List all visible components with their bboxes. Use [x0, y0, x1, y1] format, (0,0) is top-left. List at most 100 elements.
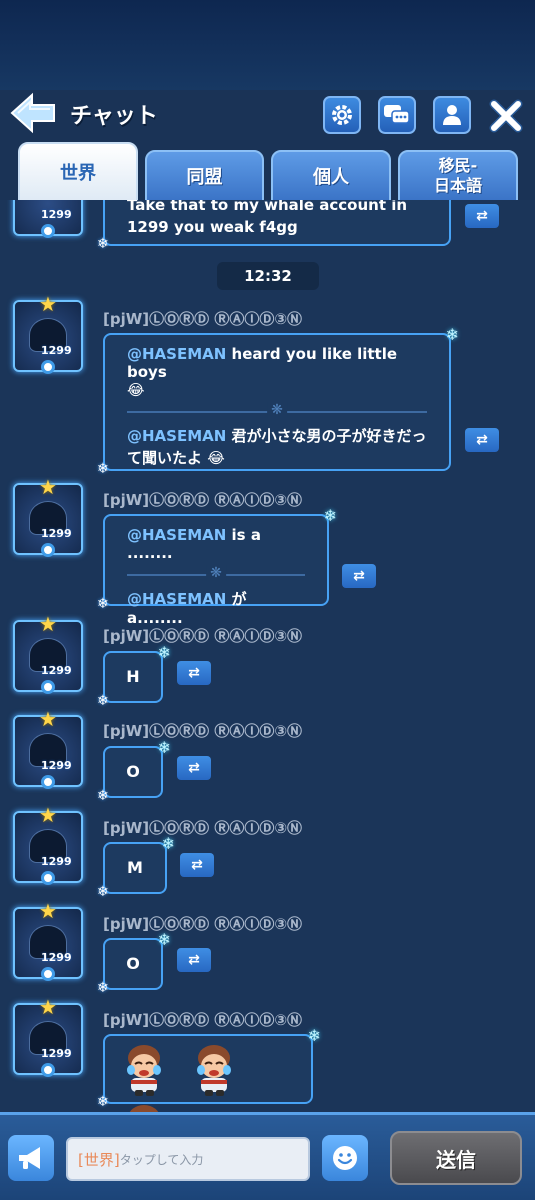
avatar-level: 1299 [41, 759, 72, 772]
chat-rooms-button[interactable] [378, 96, 416, 134]
avatar-gear-icon [41, 775, 55, 789]
swap-arrows-icon: ⇄ [353, 568, 365, 584]
avatar[interactable]: ★ 1299 [13, 475, 83, 557]
tab-migrant-japanese[interactable]: 移民- 日本語 [398, 150, 518, 202]
avatar-level: 1299 [41, 951, 72, 964]
close-icon [489, 99, 523, 133]
settings-button[interactable] [323, 96, 361, 134]
translate-button[interactable]: ⇄ [177, 661, 211, 685]
avatar[interactable]: ★ 1299 [13, 292, 83, 374]
message-bubble[interactable]: Take that to my whale account in 1299 yo… [97, 200, 451, 252]
star-icon: ★ [39, 292, 57, 316]
avatar-gear-icon [41, 543, 55, 557]
username[interactable]: [pjW]ⓁⓄⓇⒹ ⓇⒶⒾⒹ③Ⓝ [103, 817, 302, 838]
snowflake-icon: ❄ [97, 236, 109, 252]
mention[interactable]: @HASEMAN [127, 590, 226, 608]
smiley-icon [333, 1146, 357, 1170]
swap-arrows-icon: ⇄ [188, 760, 200, 776]
avatar[interactable]: ★ 1299 [13, 612, 83, 694]
message-bubble[interactable]: ❄ M ❄ [97, 834, 175, 900]
chat-messages[interactable]: 1299 Take that to my whale account in 12… [0, 200, 535, 1112]
swap-arrows-icon: ⇄ [188, 665, 200, 681]
star-icon: ★ [39, 707, 57, 731]
snowflake-icon: ❄ [157, 930, 171, 949]
translate-button[interactable]: ⇄ [180, 853, 214, 877]
translate-button[interactable]: ⇄ [177, 948, 211, 972]
message-text: M [127, 858, 143, 877]
snowflake-icon: ❄ [307, 1026, 321, 1045]
avatar-level: 1299 [41, 664, 72, 677]
snowflake-icon: ❄ [97, 1094, 109, 1110]
avatar[interactable]: ★ 1299 [13, 707, 83, 789]
avatar-gear-icon [41, 360, 55, 374]
snowflake-icon: ❄ [445, 325, 459, 344]
swap-arrows-icon: ⇄ [188, 952, 200, 968]
emoji: 😂 [207, 449, 225, 467]
top-strip [0, 0, 535, 90]
username[interactable]: [pjW]ⓁⓄⓇⒹ ⓇⒶⒾⒹ③Ⓝ [103, 625, 302, 646]
snowflake-icon: ❄ [323, 506, 337, 525]
translate-button[interactable]: ⇄ [465, 204, 499, 228]
swap-arrows-icon: ⇄ [191, 857, 203, 873]
message-text: Take that to my whale account in [127, 200, 408, 214]
mention[interactable]: @HASEMAN [127, 526, 226, 544]
avatar-level: 1299 [41, 344, 72, 357]
avatar[interactable]: ★ 1299 [13, 995, 83, 1077]
back-arrow-icon [10, 92, 55, 134]
avatar[interactable]: ★ 1299 [13, 803, 83, 885]
star-icon: ★ [39, 803, 57, 827]
message-bubble[interactable]: ❄ O ❄ [97, 930, 171, 996]
gear-icon [332, 105, 352, 125]
translate-button[interactable]: ⇄ [465, 428, 499, 452]
message-input[interactable]: [世界] タップして入力 [66, 1137, 310, 1181]
message-bubble[interactable]: ❄ O ❄ [97, 738, 171, 804]
back-button[interactable] [8, 92, 58, 134]
tab-personal[interactable]: 個人 [271, 150, 391, 202]
snowflake-icon: ❄ [161, 834, 175, 853]
username[interactable]: [pjW]ⓁⓄⓇⒹ ⓇⒶⒾⒹ③Ⓝ [103, 1009, 302, 1030]
channel-tabs: 世界 同盟 個人 移民- 日本語 [0, 142, 535, 202]
translation-divider [127, 574, 305, 576]
mention[interactable]: @HASEMAN [127, 427, 226, 445]
timestamp: 12:32 [217, 262, 319, 290]
message-text: O [126, 954, 140, 973]
megaphone-button[interactable] [8, 1135, 54, 1181]
tab-world[interactable]: 世界 [18, 142, 138, 202]
input-placeholder: タップして入力 [119, 1152, 204, 1167]
username[interactable]: [pjW]ⓁⓄⓇⒹ ⓇⒶⒾⒹ③Ⓝ [103, 913, 302, 934]
snowflake-icon: ❄ [157, 643, 171, 662]
snowflake-icon: ❄ [97, 884, 109, 900]
sticker-bubble[interactable]: ❄ ❄ [97, 1026, 321, 1112]
message-text: 1299 you weak f4gg [127, 218, 298, 236]
avatar-gear-icon [41, 1063, 55, 1077]
translate-button[interactable]: ⇄ [342, 564, 376, 588]
avatar-level: 1299 [41, 208, 72, 221]
star-icon: ★ [39, 612, 57, 636]
username[interactable]: [pjW]ⓁⓄⓇⒹ ⓇⒶⒾⒹ③Ⓝ [103, 489, 302, 510]
avatar-level: 1299 [41, 855, 72, 868]
close-button[interactable] [488, 98, 524, 134]
laughing-character-sticker [119, 1102, 169, 1112]
message-bubble[interactable]: ❄ @HASEMAN heard you like little boys 😂 … [97, 325, 459, 477]
avatar[interactable]: 1299 [13, 200, 83, 238]
username[interactable]: [pjW]ⓁⓄⓇⒹ ⓇⒶⒾⒹ③Ⓝ [103, 308, 302, 329]
avatar[interactable]: ★ 1299 [13, 899, 83, 981]
snowflake-icon: ❄ [97, 693, 109, 709]
chat-bubbles-icon [384, 105, 410, 124]
person-icon [443, 105, 461, 125]
message-bubble[interactable]: ❄ @HASEMAN is a ........ @HASEMAN が a...… [97, 506, 337, 627]
chat-input-bar: [世界] タップして入力 送信 [0, 1112, 535, 1200]
message-bubble[interactable]: ❄ H ❄ [97, 643, 171, 709]
avatar-gear-icon [41, 871, 55, 885]
star-icon: ★ [39, 995, 57, 1019]
tab-alliance[interactable]: 同盟 [145, 150, 264, 202]
translate-button[interactable]: ⇄ [177, 756, 211, 780]
swap-arrows-icon: ⇄ [476, 432, 488, 448]
username[interactable]: [pjW]ⓁⓄⓇⒹ ⓇⒶⒾⒹ③Ⓝ [103, 720, 302, 741]
emoji-button[interactable] [322, 1135, 368, 1181]
send-button[interactable]: 送信 [390, 1131, 522, 1185]
mention[interactable]: @HASEMAN [127, 345, 226, 363]
avatar-level: 1299 [41, 527, 72, 540]
profile-button[interactable] [433, 96, 471, 134]
swap-arrows-icon: ⇄ [476, 208, 488, 224]
